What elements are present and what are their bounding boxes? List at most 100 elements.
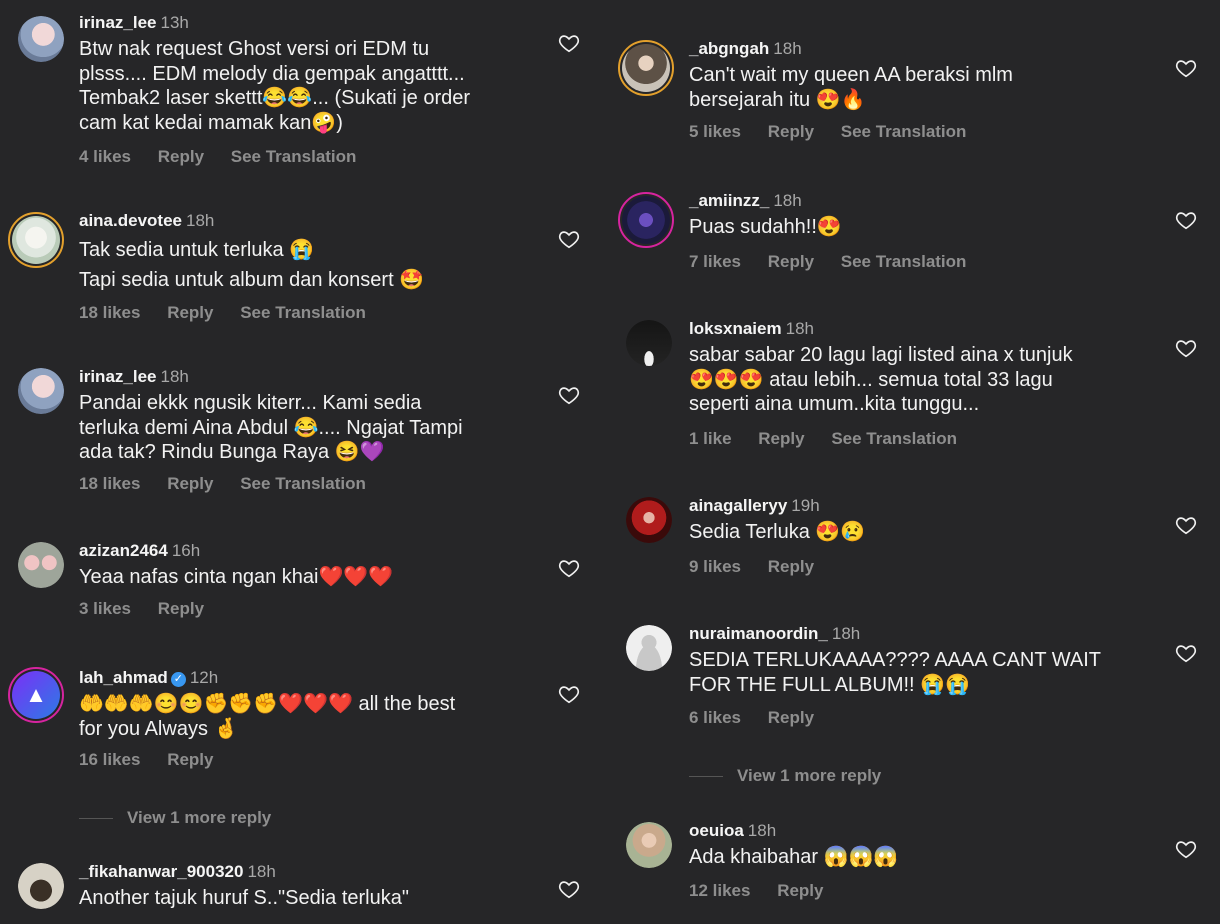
comment-line: SEDIA TERLUKAAAA???? AAAA CANT WAIT: [689, 649, 1102, 671]
reply-button[interactable]: Reply: [777, 881, 823, 900]
reply-button[interactable]: Reply: [167, 750, 213, 769]
view-more-replies-button[interactable]: View 1 more reply: [79, 808, 271, 828]
comment-line: Pandai ekkk ngusik kiterr... Kami sedia: [79, 392, 422, 414]
reply-button[interactable]: Reply: [167, 474, 213, 493]
avatar[interactable]: [626, 822, 672, 868]
like-heart-icon[interactable]: [558, 683, 580, 705]
comment-item: loksxnaiem 18h sabar sabar 20 lagu lagi l…: [610, 318, 1220, 468]
avatar[interactable]: [18, 542, 64, 588]
like-heart-icon[interactable]: [558, 878, 580, 900]
reply-divider: [689, 776, 723, 778]
comment-line: 🤲🤲🤲😊😊✊✊✊❤️❤️❤️ all the best: [79, 693, 456, 715]
reply-button[interactable]: Reply: [768, 252, 814, 271]
like-heart-icon[interactable]: [558, 228, 580, 250]
comment-timestamp: 19h: [791, 496, 820, 515]
like-count[interactable]: 12 likes: [689, 881, 750, 900]
view-more-replies-button[interactable]: View 1 more reply: [689, 766, 881, 786]
like-count[interactable]: 7 likes: [689, 252, 741, 271]
like-heart-icon[interactable]: [1175, 57, 1197, 79]
avatar[interactable]: ▲: [8, 667, 64, 723]
like-count[interactable]: 4 likes: [79, 147, 131, 166]
reply-button[interactable]: Reply: [768, 708, 814, 727]
comment-text: Ada khaibahar 😱😱😱: [689, 845, 1168, 870]
like-count[interactable]: 9 likes: [689, 557, 741, 576]
like-heart-icon[interactable]: [558, 384, 580, 406]
comment-item: irinaz_lee 13h Btw nak request Ghost vers…: [0, 12, 610, 182]
avatar[interactable]: [626, 625, 672, 671]
comment-username[interactable]: lah_ahmad: [79, 668, 168, 687]
see-translation-button[interactable]: See Translation: [841, 252, 967, 271]
see-translation-button[interactable]: See Translation: [841, 122, 967, 141]
like-heart-icon[interactable]: [1175, 838, 1197, 860]
comment-line: sabar sabar 20 lagu lagi listed aina x t…: [689, 344, 1073, 366]
comment-username[interactable]: _amiinzz_: [689, 191, 769, 210]
comment-text: Another tajuk huruf S.."Sedia terluka": [79, 886, 558, 911]
comment-item: azizan2464 16h Yeaa nafas cinta ngan khai…: [0, 540, 610, 640]
avatar[interactable]: [618, 40, 674, 96]
comment-line: Can't wait my queen AA beraksi mlm: [689, 64, 1013, 86]
avatar[interactable]: [18, 863, 64, 909]
comment-line: Tak sedia untuk terluka 😭: [79, 239, 315, 261]
comment-item: irinaz_lee 18h Pandai ekkk ngusik kiterr.…: [0, 366, 610, 506]
like-heart-icon[interactable]: [558, 32, 580, 54]
reply-button[interactable]: Reply: [758, 429, 804, 448]
comment-timestamp: 16h: [171, 541, 201, 560]
comment-username[interactable]: oeuioa: [689, 821, 744, 840]
comment-line: ada tak? Rindu Bunga Raya 😆💜: [79, 441, 385, 463]
comment-line: Sedia Terluka 😍😢: [689, 521, 866, 543]
avatar[interactable]: [8, 212, 64, 268]
like-count[interactable]: 18 likes: [79, 474, 140, 493]
comment-line: FOR THE FULL ALBUM!! 😭😭: [689, 673, 970, 696]
comments-column-right: _abgngah 18h Can't wait my queen AA berak…: [610, 0, 1220, 924]
like-heart-icon[interactable]: [1175, 642, 1197, 664]
like-count[interactable]: 18 likes: [79, 303, 140, 322]
reply-button[interactable]: Reply: [768, 122, 814, 141]
comment-line: for you Always 🤞: [79, 717, 239, 740]
avatar[interactable]: [626, 497, 672, 543]
comment-username[interactable]: _abgngah: [689, 39, 769, 58]
like-count[interactable]: 16 likes: [79, 750, 140, 769]
avatar[interactable]: [18, 16, 64, 62]
reply-button[interactable]: Reply: [768, 557, 814, 576]
comment-line: Yeaa nafas cinta ngan khai❤️❤️❤️: [79, 566, 394, 588]
like-count[interactable]: 5 likes: [689, 122, 741, 141]
like-count[interactable]: 1 like: [689, 429, 732, 448]
like-heart-icon[interactable]: [558, 557, 580, 579]
comment-timestamp: 18h: [773, 191, 802, 210]
comment-timestamp: 18h: [247, 862, 276, 881]
like-heart-icon[interactable]: [1175, 337, 1197, 359]
comment-username[interactable]: nuraimanoordin_: [689, 624, 828, 643]
like-heart-icon[interactable]: [1175, 209, 1197, 231]
avatar[interactable]: [18, 368, 64, 414]
like-heart-icon[interactable]: [1175, 514, 1197, 536]
see-translation-button[interactable]: See Translation: [240, 303, 366, 322]
comment-username[interactable]: irinaz_lee: [79, 13, 157, 32]
comment-username[interactable]: ainagalleryy: [689, 496, 787, 515]
comment-text: SEDIA TERLUKAAAA???? AAAA CANT WAIT FOR …: [689, 648, 1168, 697]
see-translation-button[interactable]: See Translation: [240, 474, 366, 493]
reply-button[interactable]: Reply: [158, 599, 204, 618]
comment-line: seperti aina umum..kita tunggu...: [689, 393, 980, 415]
see-translation-button[interactable]: See Translation: [831, 429, 957, 448]
comment-line: Puas sudahh!!😍: [689, 216, 842, 238]
comment-username[interactable]: irinaz_lee: [79, 367, 157, 386]
reply-button[interactable]: Reply: [158, 147, 204, 166]
comment-username[interactable]: aina.devotee: [79, 211, 182, 230]
like-count[interactable]: 6 likes: [689, 708, 741, 727]
like-count[interactable]: 3 likes: [79, 599, 131, 618]
comment-username[interactable]: _fikahanwar_900320: [79, 862, 243, 881]
comment-line: Ada khaibahar 😱😱😱: [689, 846, 899, 868]
reply-divider: [79, 818, 113, 820]
comment-line: 😍😍😍 atau lebih... semua total 33 lagu: [689, 368, 1053, 391]
comment-username[interactable]: loksxnaiem: [689, 319, 782, 338]
see-translation-button[interactable]: See Translation: [231, 147, 357, 166]
avatar[interactable]: [618, 192, 674, 248]
comment-line: bersejarah itu 😍🔥: [689, 88, 866, 111]
comment-username[interactable]: azizan2464: [79, 541, 168, 560]
comment-text: 🤲🤲🤲😊😊✊✊✊❤️❤️❤️ all the best for you Alwa…: [79, 692, 558, 741]
comment-timestamp: 18h: [186, 211, 215, 230]
reply-button[interactable]: Reply: [167, 303, 213, 322]
comment-line: cam kat kedai mamak kan🤪): [79, 111, 343, 134]
avatar[interactable]: [626, 320, 672, 366]
comment-timestamp: 18h: [747, 821, 777, 840]
